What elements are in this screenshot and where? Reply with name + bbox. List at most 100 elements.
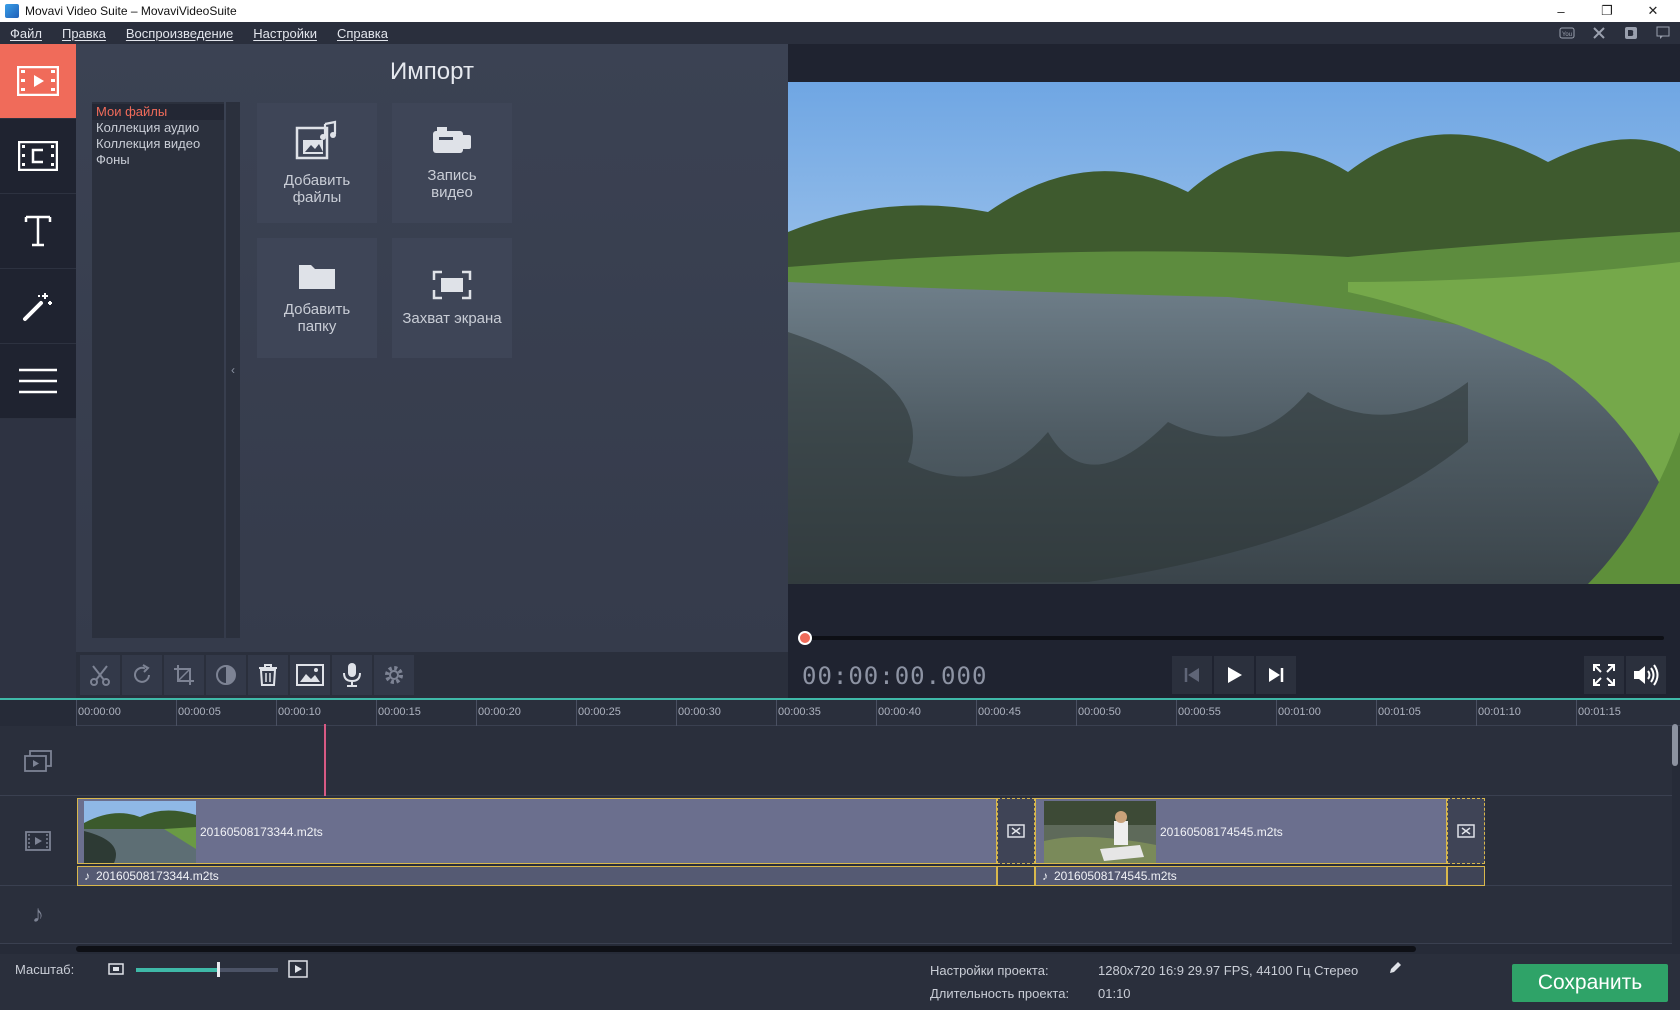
ruler-label: 00:00:25	[578, 706, 621, 718]
tab-more[interactable]	[0, 344, 76, 419]
vk-icon[interactable]	[1622, 25, 1640, 41]
tab-import[interactable]	[0, 44, 76, 119]
audio-clip-1[interactable]: ♪ 20160508173344.m2ts	[77, 866, 997, 886]
tab-filters[interactable]	[0, 119, 76, 194]
app-icon	[5, 4, 19, 18]
ruler-tick	[576, 700, 577, 726]
timeline-vertical-scrollbar[interactable]	[1672, 724, 1678, 766]
menu-edit[interactable]: Правка	[52, 26, 116, 41]
ruler-tick	[1476, 700, 1477, 726]
menu-file[interactable]: Файл	[0, 26, 52, 41]
add-folder-label-1: Добавить	[283, 301, 351, 318]
insert-image-button[interactable]	[290, 655, 330, 695]
menu-help[interactable]: Справка	[327, 26, 398, 41]
video-clip-2[interactable]: 20160508174545.m2ts	[1035, 798, 1447, 864]
music-track-header[interactable]: ♪	[0, 886, 76, 944]
delete-button[interactable]	[248, 655, 288, 695]
timeline-playhead[interactable]	[324, 724, 326, 798]
video-track-header[interactable]	[0, 796, 76, 886]
ruler-label: 00:00:40	[878, 706, 921, 718]
zoom-in-icon[interactable]	[288, 960, 308, 978]
play-button[interactable]	[1214, 656, 1254, 694]
skip-forward-button[interactable]	[1256, 656, 1296, 694]
record-voice-button[interactable]	[332, 655, 372, 695]
close-button[interactable]: ✕	[1630, 0, 1676, 22]
ruler-label: 00:01:15	[1578, 706, 1621, 718]
clip-2-thumbnail	[1044, 801, 1156, 863]
restore-button[interactable]: ❐	[1584, 0, 1630, 22]
tab-titles[interactable]	[0, 194, 76, 269]
transition-2[interactable]	[1447, 798, 1485, 864]
scale-label: Масштаб:	[15, 962, 75, 977]
ruler-tick	[676, 700, 677, 726]
audio-clip-2[interactable]: ♪ 20160508174545.m2ts	[1035, 866, 1447, 886]
duration-value: 01:10	[1098, 986, 1131, 1001]
add-files-tile[interactable]: Добавить файлы	[257, 103, 377, 223]
player-controls: 00:00:00.000	[788, 652, 1680, 698]
crop-button[interactable]	[164, 655, 204, 695]
video-clip-1[interactable]: 20160508173344.m2ts	[77, 798, 997, 864]
clip-settings-button[interactable]	[374, 655, 414, 695]
category-my-files[interactable]: Мои файлы	[92, 104, 224, 120]
zoom-out-icon[interactable]	[108, 962, 124, 976]
collapse-panel-handle[interactable]: ‹	[226, 102, 240, 638]
folder-icon	[299, 265, 335, 289]
skip-back-button[interactable]	[1172, 656, 1212, 694]
window-title: Movavi Video Suite – MovaviVideoSuite	[25, 4, 237, 18]
category-backgrounds[interactable]: Фоны	[92, 152, 224, 168]
minimize-button[interactable]: –	[1538, 0, 1584, 22]
chat-icon[interactable]	[1654, 25, 1672, 41]
project-settings-value: 1280x720 16:9 29.97 FPS, 44100 Гц Стерео	[1098, 963, 1359, 978]
ruler-tick	[1076, 700, 1077, 726]
ruler-tick	[1576, 700, 1577, 726]
ruler-label: 00:01:00	[1278, 706, 1321, 718]
transition-1[interactable]	[997, 798, 1035, 864]
overlay-track[interactable]	[76, 726, 1672, 796]
screen-capture-icon	[432, 270, 472, 299]
magic-wand-icon	[23, 293, 52, 321]
cut-button[interactable]	[80, 655, 120, 695]
volume-icon	[1634, 664, 1659, 686]
screen-capture-tile[interactable]: Захват экрана	[392, 238, 512, 358]
titles-icon	[24, 215, 52, 247]
audio-clip-1-name: 20160508173344.m2ts	[96, 869, 219, 883]
time-ruler[interactable]: 00:00:00 00:00:05 00:00:10 00:00:15 00:0…	[76, 700, 1680, 726]
ruler-label: 00:00:35	[778, 706, 821, 718]
timeline: 00:00:00 00:00:05 00:00:10 00:00:15 00:0…	[0, 698, 1680, 954]
timeline-horizontal-scrollbar[interactable]	[76, 946, 1416, 952]
record-video-tile[interactable]: Запись видео	[392, 103, 512, 223]
settings-icon	[385, 666, 403, 684]
playback-progress[interactable]	[798, 631, 1664, 645]
rotate-button[interactable]	[122, 655, 162, 695]
skip-forward-icon	[1269, 668, 1284, 682]
menu-playback[interactable]: Воспроизведение	[116, 26, 243, 41]
tab-effects[interactable]	[0, 269, 76, 344]
progress-knob[interactable]	[798, 631, 812, 645]
overlay-track-header[interactable]	[0, 726, 76, 796]
clip-1-name: 20160508173344.m2ts	[200, 825, 323, 839]
image-icon	[296, 664, 324, 686]
menu-settings[interactable]: Настройки	[243, 26, 327, 41]
category-video-collection[interactable]: Коллекция видео	[92, 136, 224, 152]
youtube-icon[interactable]: You	[1558, 25, 1576, 41]
save-button[interactable]: Сохранить	[1512, 964, 1668, 1002]
music-track[interactable]	[76, 886, 1672, 944]
left-toolbar	[0, 44, 76, 419]
volume-button[interactable]	[1626, 656, 1666, 694]
fullscreen-button[interactable]	[1584, 656, 1624, 694]
color-adjust-button[interactable]	[206, 655, 246, 695]
fullscreen-icon	[1593, 664, 1615, 686]
transition-icon	[1457, 824, 1475, 838]
zoom-slider[interactable]	[136, 962, 278, 977]
audio-gap-2	[1447, 866, 1485, 886]
cut-icon	[90, 665, 110, 686]
add-folder-tile[interactable]: Добавить папку	[257, 238, 377, 358]
zoom-slider-thumb[interactable]	[217, 962, 221, 977]
ruler-label: 00:01:10	[1478, 706, 1521, 718]
edit-settings-icon[interactable]	[1388, 961, 1402, 975]
audio-clip-2-name: 20160508174545.m2ts	[1054, 869, 1177, 883]
microphone-icon	[343, 663, 361, 687]
category-audio-collection[interactable]: Коллекция аудио	[92, 120, 224, 136]
tools-icon[interactable]	[1590, 25, 1608, 41]
overlay-track-icon	[24, 749, 52, 772]
